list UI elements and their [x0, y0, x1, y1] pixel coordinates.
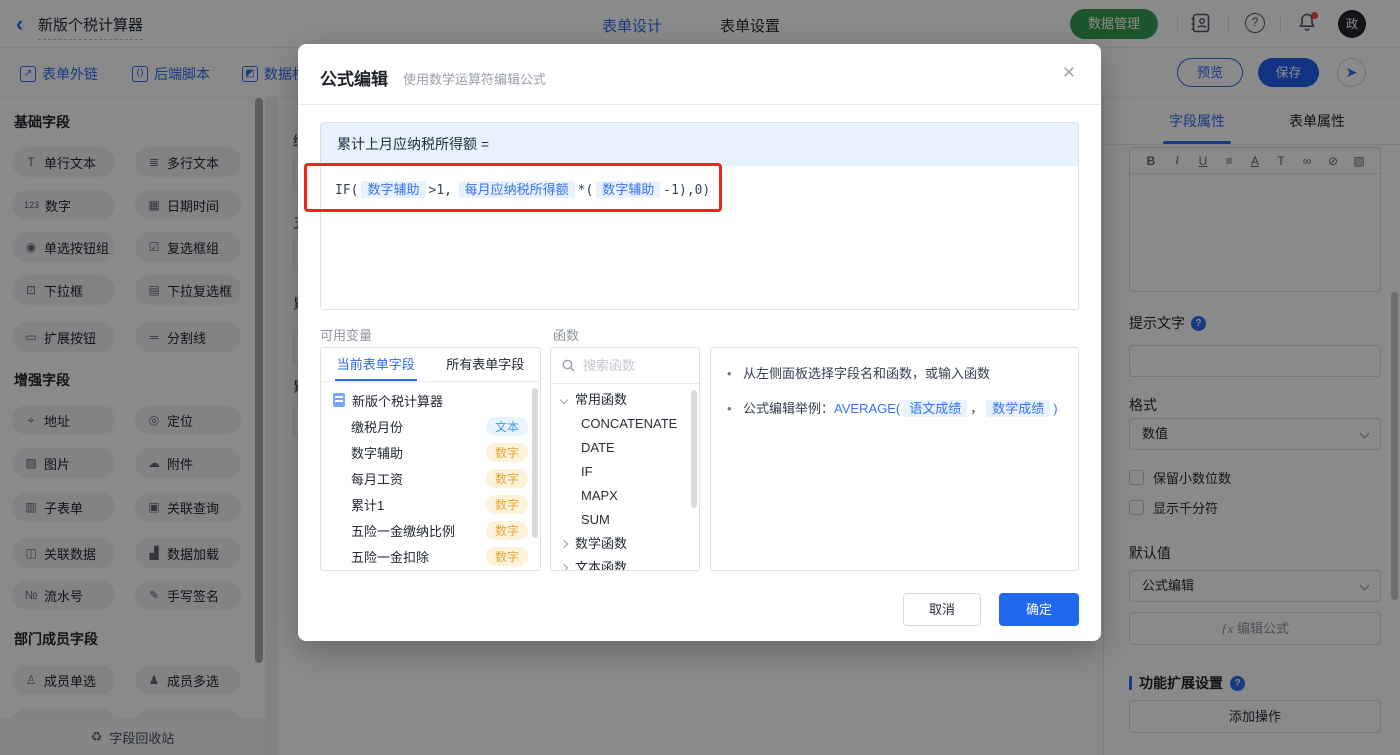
function-search-input[interactable]	[583, 358, 683, 373]
variable-name: 五险一金缴纳比例	[351, 523, 456, 539]
example-function: AVERAGE(	[834, 401, 901, 416]
formula-help-panel: • 从左侧面板选择字段名和函数，或输入函数 • 公式编辑举例：AVERAGE(语…	[710, 347, 1079, 571]
formula-field-token: 数字辅助	[361, 181, 426, 198]
close-icon[interactable]: ×	[1063, 61, 1075, 85]
chevron-right-icon	[559, 539, 569, 549]
function-search[interactable]	[551, 348, 699, 384]
variable-name: 数字辅助	[351, 445, 404, 461]
cancel-button[interactable]: 取消	[903, 593, 981, 626]
formula-field-token: 每月应纳税所得额	[458, 181, 575, 198]
variable-name: 缴税月份	[351, 419, 404, 435]
help-line-1: • 从左侧面板选择字段名和函数，或输入函数	[727, 363, 1062, 385]
function-item-if[interactable]: IF	[551, 460, 699, 484]
variable-name: 每月工资	[351, 471, 404, 487]
variable-name: 累计1	[351, 497, 385, 513]
function-item-date[interactable]: DATE	[551, 436, 699, 460]
formula-op: IF(	[335, 183, 359, 198]
group-label: 文本函数	[575, 560, 628, 571]
chevron-down-icon	[559, 395, 569, 405]
variable-name: 五险一金扣除	[351, 549, 430, 565]
formula-target: 累计上月应纳税所得额 =	[321, 123, 1078, 166]
variable-row[interactable]: 缴税月份 文本	[321, 413, 540, 439]
group-label: 常用函数	[575, 392, 628, 407]
variable-row[interactable]: 累计1 数字	[321, 491, 540, 517]
formula-edit-modal: 公式编辑 使用数学运算符编辑公式 × 累计上月应纳税所得额 = IF(数字辅助 >…	[298, 44, 1101, 641]
variables-label: 可用变量	[320, 328, 373, 343]
example-field: 语文成绩	[903, 400, 968, 417]
variable-row[interactable]: 每月工资 数字	[321, 465, 540, 491]
group-label: 数学函数	[575, 536, 628, 551]
function-group-math[interactable]: 数学函数	[551, 532, 699, 556]
formula-op: -1),0)	[663, 183, 711, 198]
search-icon	[562, 359, 575, 372]
modal-header: 公式编辑 使用数学运算符编辑公式 ×	[298, 44, 1101, 105]
functions-panel: 常用函数 CONCATENATE DATE IF MAPX SUM 数学函数 文…	[550, 347, 700, 571]
modal-subtitle: 使用数学运算符编辑公式	[403, 72, 547, 87]
tab-current-form-fields[interactable]: 当前表单字段	[321, 348, 431, 381]
type-badge: 数字	[485, 546, 528, 566]
function-group-text[interactable]: 文本函数	[551, 556, 699, 571]
variable-tree-root[interactable]: 新版个税计算器	[321, 387, 540, 413]
functions-label: 函数	[553, 328, 580, 343]
variables-panel: 当前表单字段 所有表单字段 新版个税计算器 缴税月份 文本 数字辅助 数字 每月工资…	[320, 347, 541, 571]
root-label: 新版个税计算器	[352, 393, 444, 409]
help-example: 公式编辑举例：AVERAGE(语文成绩，数学成绩)	[743, 398, 1058, 420]
help-text: 从左侧面板选择字段名和函数，或输入函数	[743, 366, 991, 381]
type-badge: 数字	[485, 468, 528, 488]
example-comma: ，	[970, 401, 984, 416]
type-badge: 数字	[485, 442, 528, 462]
formula-field-token: 数字辅助	[596, 181, 661, 198]
app-screen: ‹ 新版个税计算器 表单设计 表单设置 数据管理 ? 政 ↗ 表单外链 ⟨⟩ 后…	[0, 0, 1400, 755]
variables-tabs: 当前表单字段 所有表单字段	[321, 348, 540, 382]
tab-all-form-fields[interactable]: 所有表单字段	[431, 348, 541, 381]
functions-scrollbar[interactable]	[691, 390, 697, 508]
bullet: •	[727, 401, 732, 416]
type-badge: 数字	[485, 520, 528, 540]
formula-expression[interactable]: IF(数字辅助 >1, 每月应纳税所得额 *(数字辅助 -1),0)	[321, 166, 1078, 211]
confirm-button[interactable]: 确定	[999, 593, 1079, 626]
type-badge: 文本	[485, 416, 528, 436]
type-badge: 数字	[485, 494, 528, 514]
function-item-sum[interactable]: SUM	[551, 508, 699, 532]
chevron-right-icon	[559, 563, 569, 570]
variable-row[interactable]: 五险一金扣除 数字	[321, 543, 540, 569]
help-line-2: • 公式编辑举例：AVERAGE(语文成绩，数学成绩)	[727, 398, 1062, 420]
document-icon	[333, 393, 345, 407]
variable-row[interactable]: 五险一金缴纳比例 数字	[321, 517, 540, 543]
variable-row[interactable]: 数字辅助 数字	[321, 439, 540, 465]
function-group-common[interactable]: 常用函数	[551, 388, 699, 412]
formula-op: >1,	[428, 183, 452, 198]
variables-scrollbar[interactable]	[532, 388, 538, 538]
modal-title: 公式编辑	[320, 70, 388, 89]
function-item-concatenate[interactable]: CONCATENATE	[551, 412, 699, 436]
example-prefix: 公式编辑举例：	[743, 401, 835, 416]
example-close: )	[1053, 401, 1058, 416]
formula-op: *(	[577, 183, 594, 198]
function-item-mapx[interactable]: MAPX	[551, 484, 699, 508]
example-field: 数学成绩	[986, 400, 1051, 417]
bullet: •	[727, 366, 732, 381]
formula-editor-box: 累计上月应纳税所得额 = IF(数字辅助 >1, 每月应纳税所得额 *(数字辅助 -1…	[320, 122, 1079, 310]
